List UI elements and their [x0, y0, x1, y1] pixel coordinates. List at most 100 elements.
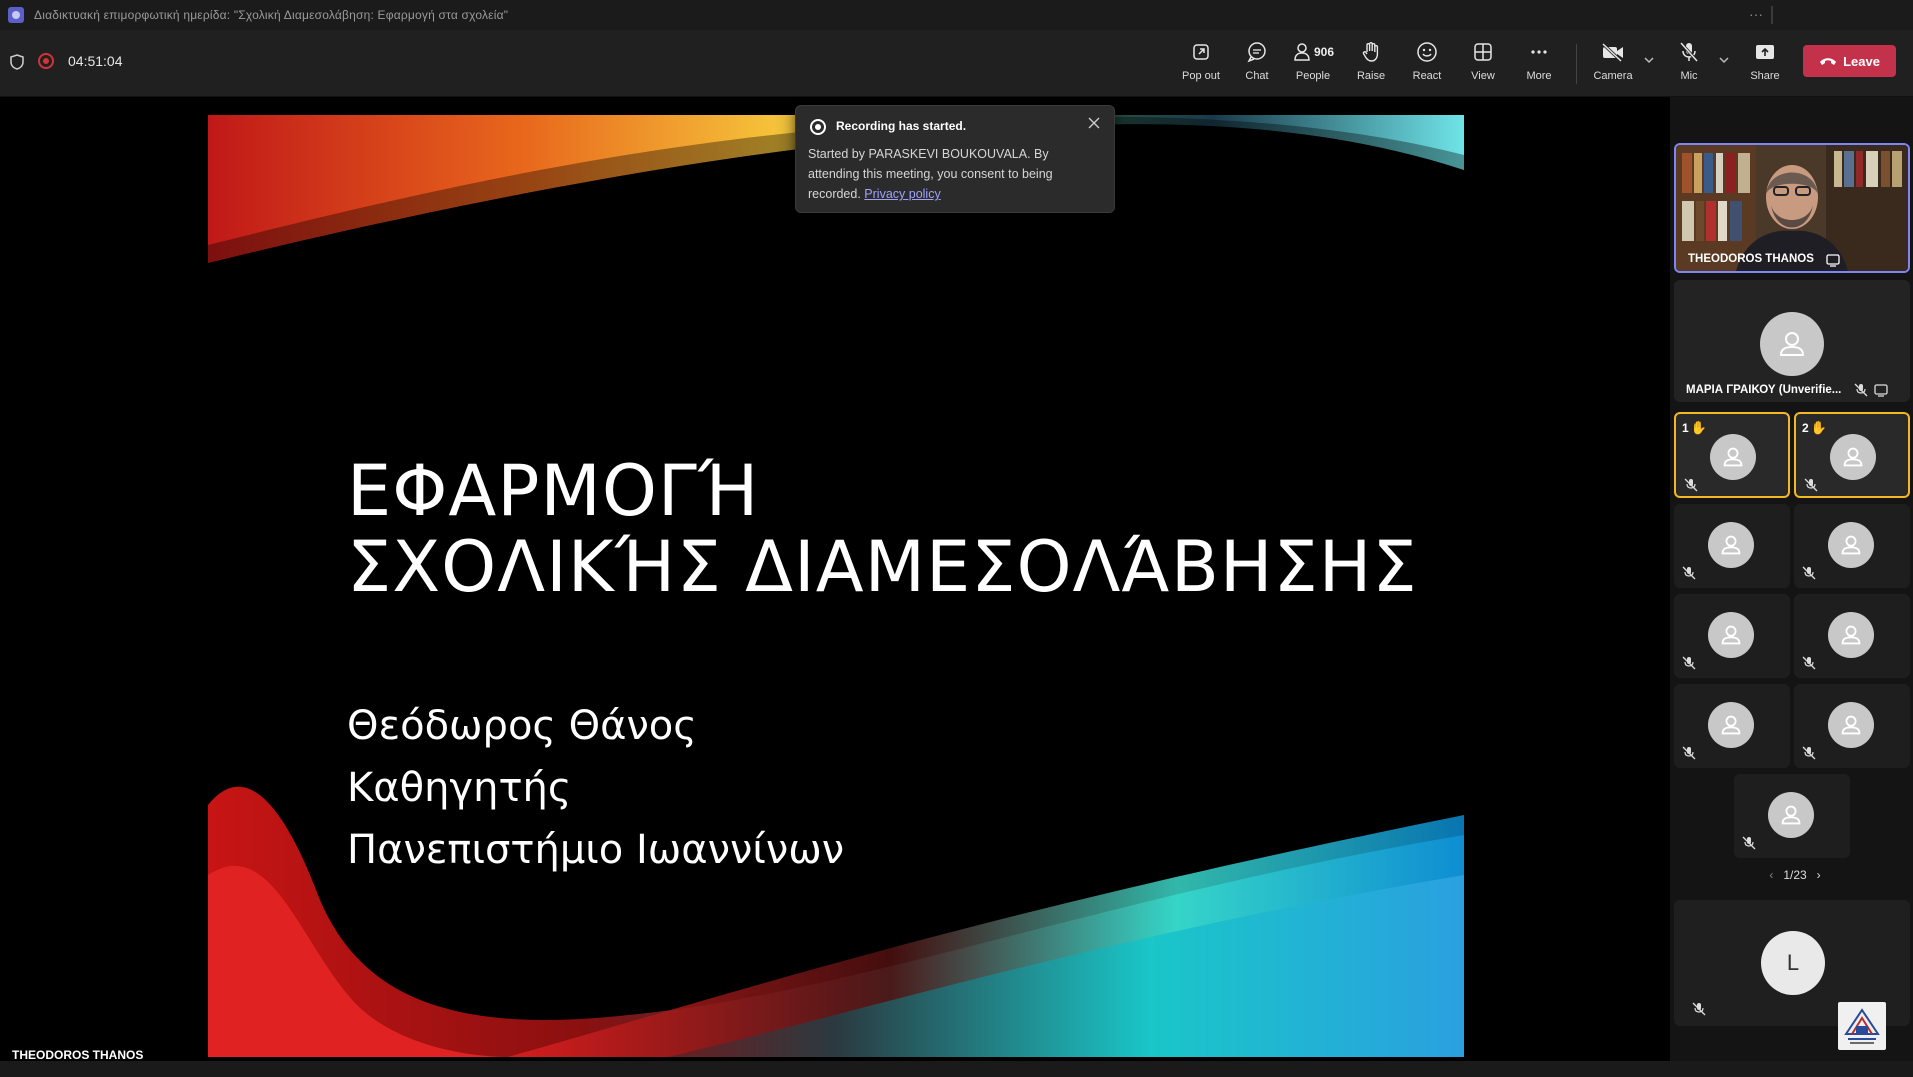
recording-icon [810, 119, 826, 135]
mic-options-chevron-down-icon[interactable] [1718, 54, 1730, 66]
participant-name: ΜΑΡΙΑ ΓΡΑΙΚΟΥ (Unverifie... [1686, 384, 1842, 396]
leave-label: Leave [1843, 53, 1880, 69]
participant-tile[interactable] [1794, 594, 1910, 678]
people-button[interactable]: 906 People [1285, 40, 1341, 90]
view-grid-icon [1471, 40, 1495, 64]
participant-video-tile[interactable]: THEODOROS THANOS [1674, 143, 1910, 273]
avatar-icon [1828, 522, 1874, 568]
pager-value: 1/23 [1783, 868, 1807, 882]
people-icon-group: 906 [1289, 40, 1337, 64]
close-icon[interactable] [1086, 116, 1102, 132]
hand-order: 2 [1802, 421, 1809, 435]
avatar-icon [1708, 522, 1754, 568]
avatar-icon [1710, 434, 1756, 480]
mic-off-icon [1692, 1002, 1706, 1016]
shield-icon[interactable] [10, 54, 24, 70]
mic-off-icon [1742, 836, 1756, 850]
participant-tile[interactable] [1674, 504, 1790, 588]
window-title: Διαδικτυακή επιμορφωτική ημερίδα: "Σχολι… [34, 8, 509, 22]
leave-button[interactable]: Leave [1803, 45, 1896, 77]
mic-button[interactable]: Mic [1661, 40, 1717, 90]
slide-institution: Πανεπιστήμιο Ιωαννίνων [347, 827, 845, 873]
mic-off-icon [1854, 383, 1868, 397]
toolbar-divider [1576, 44, 1577, 84]
chevron-left-icon[interactable]: ‹ [1769, 868, 1773, 882]
participant-tile[interactable] [1674, 684, 1790, 768]
slide-title: ΕΦΑΡΜΟΓΉ ΣΧΟΛΙΚΉΣ ΔΙΑΜΕΣΟΛΆΒΗΣΗΣ [347, 453, 1418, 605]
view-label: View [1471, 70, 1495, 82]
avatar-icon [1708, 612, 1754, 658]
people-icon [1294, 43, 1310, 61]
avatar-icon [1768, 792, 1814, 838]
participant-tile-hand-raised[interactable]: 1 ✋ [1674, 412, 1790, 498]
window-titlebar: Διαδικτυακή επιμορφωτική ημερίδα: "Σχολι… [0, 0, 1913, 30]
camera-off-icon [1601, 40, 1625, 64]
share-label: Share [1750, 70, 1780, 82]
chat-button[interactable]: Chat [1229, 40, 1285, 90]
people-label: People [1295, 70, 1331, 82]
meeting-toolbar: 04:51:04 Pop out Chat 906 People Raise R… [0, 30, 1913, 97]
avatar-icon [1760, 312, 1824, 376]
presentation-slide: ΕΦΑΡΜΟΓΉ ΣΧΟΛΙΚΉΣ ΔΙΑΜΕΣΟΛΆΒΗΣΗΣ Θεόδωρο… [208, 115, 1464, 1057]
slide-title-line-1: ΕΦΑΡΜΟΓΉ [347, 450, 760, 532]
view-button[interactable]: View [1455, 40, 1511, 90]
camera-button[interactable]: Camera [1585, 40, 1641, 90]
meeting-timer: 04:51:04 [68, 53, 123, 69]
avatar-icon [1828, 612, 1874, 658]
raised-hand-icon: ✋ [1810, 420, 1827, 435]
more-label: More [1526, 70, 1552, 82]
screen-share-icon [1826, 254, 1840, 267]
recording-indicator-icon [38, 53, 54, 69]
recording-notification: Recording has started. Started by PARASK… [795, 105, 1115, 213]
popout-button[interactable]: Pop out [1173, 40, 1229, 90]
organization-logo [1838, 1002, 1886, 1050]
slide-title-line-2: ΣΧΟΛΙΚΉΣ ΔΙΑΜΕΣΟΛΆΒΗΣΗΣ [347, 526, 1418, 608]
camera-label: Camera [1593, 70, 1633, 82]
participant-tile[interactable] [1794, 684, 1910, 768]
participant-tile[interactable] [1794, 504, 1910, 588]
recording-notification-body: Started by PARASKEVI BOUKOUVALA. By atte… [808, 144, 1102, 204]
raise-hand-button[interactable]: Raise [1343, 40, 1399, 90]
recording-notification-title: Recording has started. [836, 119, 967, 133]
raised-hand-badge: 1 ✋ [1682, 420, 1707, 436]
chevron-right-icon[interactable]: › [1817, 868, 1821, 882]
participant-tile-hand-raised[interactable]: 2 ✋ [1794, 412, 1910, 498]
avatar-initial: L [1761, 931, 1825, 995]
react-button[interactable]: React [1399, 40, 1455, 90]
slide-role: Καθηγητής [347, 765, 572, 811]
mic-off-icon [1684, 478, 1698, 492]
mic-off-icon [1802, 746, 1816, 760]
avatar-icon [1828, 702, 1874, 748]
popout-icon [1189, 40, 1213, 64]
react-label: React [1412, 70, 1442, 82]
camera-options-chevron-down-icon[interactable] [1643, 54, 1655, 66]
hand-order: 1 [1682, 421, 1689, 435]
titlebar-divider [1771, 6, 1773, 24]
mic-off-icon [1682, 746, 1696, 760]
participant-tile[interactable] [1734, 774, 1850, 858]
raised-hand-badge: 2 ✋ [1802, 420, 1827, 436]
mic-off-icon [1677, 40, 1701, 64]
share-icon [1753, 40, 1777, 64]
window-more-icon[interactable]: ··· [1749, 6, 1763, 22]
chat-icon [1245, 40, 1269, 64]
participant-tile[interactable]: ΜΑΡΙΑ ΓΡΑΙΚΟΥ (Unverifie... [1674, 280, 1910, 402]
privacy-policy-link[interactable]: Privacy policy [864, 187, 940, 201]
share-button[interactable]: Share [1737, 40, 1793, 90]
more-button[interactable]: More [1511, 40, 1567, 90]
people-count: 906 [1313, 45, 1335, 59]
participant-tile[interactable] [1674, 594, 1790, 678]
react-smiley-icon [1415, 40, 1439, 64]
bottom-strip [0, 1061, 1913, 1077]
more-dots-icon [1527, 40, 1551, 64]
mic-off-icon [1682, 656, 1696, 670]
chat-label: Chat [1245, 70, 1269, 82]
mic-off-icon [1802, 566, 1816, 580]
mic-off-icon [1804, 478, 1818, 492]
raise-label: Raise [1356, 70, 1386, 82]
avatar-icon [1708, 702, 1754, 748]
raise-hand-icon [1359, 40, 1383, 64]
mic-label: Mic [1680, 70, 1698, 82]
popout-label: Pop out [1182, 70, 1220, 82]
mic-off-icon [1682, 566, 1696, 580]
